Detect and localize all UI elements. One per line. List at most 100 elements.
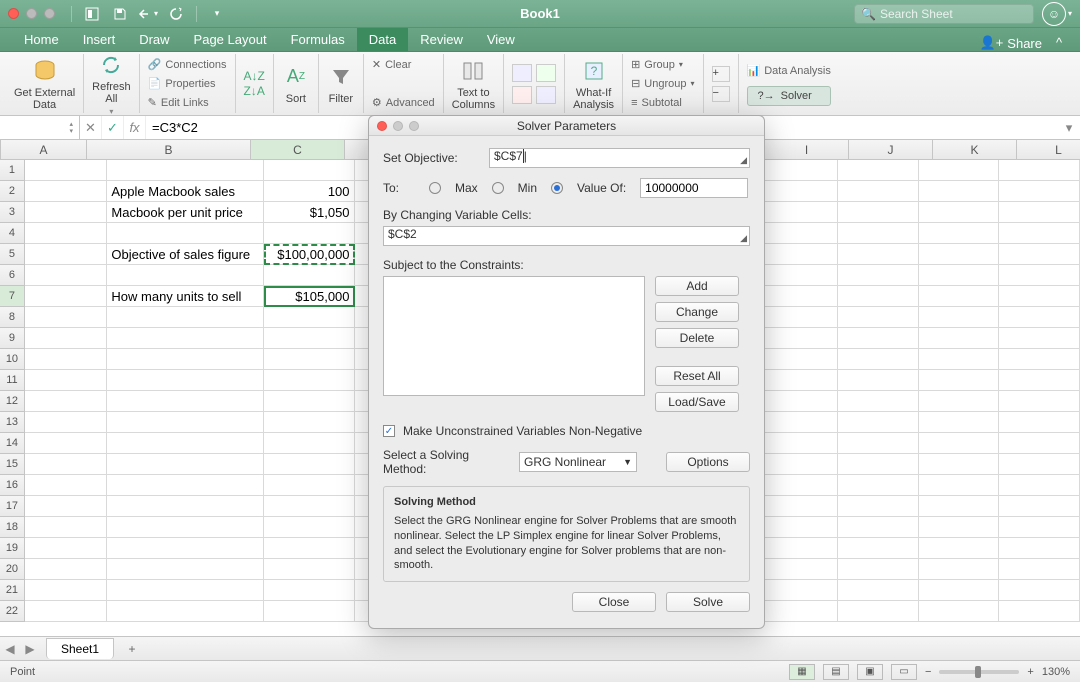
cell[interactable]: [919, 328, 1000, 349]
cell[interactable]: [758, 559, 839, 580]
data-validation-icon[interactable]: [512, 86, 532, 104]
method-select[interactable]: GRG Nonlinear▼: [519, 452, 637, 472]
tab-draw[interactable]: Draw: [127, 28, 181, 51]
cell[interactable]: [919, 496, 1000, 517]
constraints-list[interactable]: [383, 276, 645, 396]
col-header-c[interactable]: C: [251, 140, 345, 159]
cell[interactable]: [107, 475, 264, 496]
cell[interactable]: [264, 475, 354, 496]
cell[interactable]: [25, 370, 108, 391]
sort-desc-icon[interactable]: Z↓A: [244, 84, 265, 98]
cell[interactable]: [107, 412, 264, 433]
cell[interactable]: [838, 433, 919, 454]
cell[interactable]: [758, 391, 839, 412]
cell[interactable]: [838, 223, 919, 244]
zoom-slider[interactable]: [939, 670, 1019, 674]
cell[interactable]: [999, 223, 1080, 244]
subtotal-button[interactable]: ≡Subtotal: [631, 94, 694, 112]
cell[interactable]: [838, 202, 919, 223]
refresh-all-button[interactable]: Refresh All: [92, 51, 131, 105]
cell[interactable]: [758, 517, 839, 538]
cell[interactable]: How many units to sell: [107, 286, 264, 307]
cell[interactable]: [999, 475, 1080, 496]
cell[interactable]: [264, 580, 354, 601]
value-of-input[interactable]: [640, 178, 748, 198]
cell[interactable]: [264, 538, 354, 559]
cell[interactable]: [107, 391, 264, 412]
show-detail-icon[interactable]: +: [712, 66, 730, 82]
cell[interactable]: [758, 265, 839, 286]
cell[interactable]: [999, 412, 1080, 433]
cell[interactable]: [107, 307, 264, 328]
maximize-window-icon[interactable]: [44, 8, 55, 19]
cell[interactable]: [999, 454, 1080, 475]
row-header[interactable]: 22: [0, 601, 25, 622]
range-picker-icon-2[interactable]: ◢: [740, 233, 747, 244]
dialog-close-icon[interactable]: [377, 121, 387, 131]
connections-button[interactable]: 🔗Connections: [148, 56, 227, 74]
cell[interactable]: [919, 391, 1000, 412]
cell[interactable]: [758, 181, 839, 202]
cell[interactable]: [919, 475, 1000, 496]
delete-constraint-button[interactable]: Delete: [655, 328, 739, 348]
cell[interactable]: [919, 580, 1000, 601]
cell[interactable]: [758, 433, 839, 454]
cell[interactable]: [919, 412, 1000, 433]
range-picker-icon[interactable]: ◢: [740, 155, 747, 166]
search-input[interactable]: [880, 7, 1027, 21]
cell[interactable]: [25, 328, 108, 349]
fx-icon[interactable]: fx: [124, 116, 146, 139]
page-layout-view-icon[interactable]: ▤: [823, 664, 849, 680]
cell[interactable]: [264, 559, 354, 580]
load-save-button[interactable]: Load/Save: [655, 392, 739, 412]
text-to-columns-button[interactable]: Text to Columns: [452, 57, 495, 111]
cell[interactable]: [264, 307, 354, 328]
cell[interactable]: [838, 286, 919, 307]
cell[interactable]: [999, 391, 1080, 412]
properties-button[interactable]: 📄Properties: [148, 75, 227, 93]
name-box[interactable]: ▴▾: [0, 116, 80, 139]
cell[interactable]: [999, 349, 1080, 370]
nonneg-checkbox[interactable]: [383, 425, 395, 437]
close-button[interactable]: Close: [572, 592, 656, 612]
col-header-j[interactable]: J: [849, 140, 933, 159]
cell[interactable]: [264, 601, 354, 622]
cell[interactable]: [758, 412, 839, 433]
cell[interactable]: [25, 265, 108, 286]
col-header-l[interactable]: L: [1017, 140, 1080, 159]
cell[interactable]: [758, 286, 839, 307]
cell[interactable]: [999, 517, 1080, 538]
cell[interactable]: [919, 559, 1000, 580]
cell[interactable]: [758, 601, 839, 622]
cell[interactable]: [758, 454, 839, 475]
cell[interactable]: [838, 454, 919, 475]
cell[interactable]: [107, 160, 264, 181]
zoom-out-icon[interactable]: −: [925, 666, 931, 678]
collapse-ribbon-icon[interactable]: ^: [1050, 33, 1068, 51]
radio-min[interactable]: [492, 182, 504, 194]
hide-detail-icon[interactable]: −: [712, 86, 730, 102]
reset-all-button[interactable]: Reset All: [655, 366, 739, 386]
minimize-window-icon[interactable]: [26, 8, 37, 19]
cell[interactable]: [999, 559, 1080, 580]
cell[interactable]: [25, 244, 108, 265]
add-sheet-icon[interactable]: +: [120, 642, 144, 656]
cell[interactable]: [999, 265, 1080, 286]
cell[interactable]: [919, 265, 1000, 286]
cell[interactable]: [25, 433, 108, 454]
cell[interactable]: [25, 307, 108, 328]
row-header[interactable]: 7: [0, 286, 25, 307]
cell[interactable]: [999, 307, 1080, 328]
save-icon[interactable]: [108, 4, 132, 24]
row-header[interactable]: 4: [0, 223, 25, 244]
cell[interactable]: [999, 580, 1080, 601]
cell[interactable]: [838, 580, 919, 601]
cell[interactable]: [107, 580, 264, 601]
remove-duplicates-icon[interactable]: [536, 64, 556, 82]
cell[interactable]: [264, 223, 354, 244]
cell[interactable]: [999, 181, 1080, 202]
cell[interactable]: $100,00,000: [264, 244, 354, 265]
tab-page-layout[interactable]: Page Layout: [182, 28, 279, 51]
search-sheet[interactable]: 🔍: [854, 4, 1034, 24]
cell[interactable]: [919, 454, 1000, 475]
